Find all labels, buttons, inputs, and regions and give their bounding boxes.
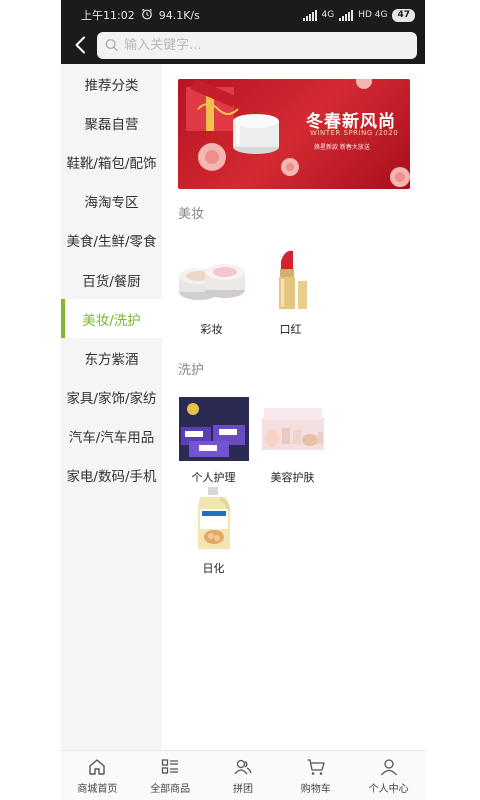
sidebar-item-furniture[interactable]: 家具/家饰/家纺 [61,378,162,417]
sidebar-item-auto[interactable]: 汽车/汽车用品 [61,417,162,456]
tab-all-products[interactable]: 全部商品 [134,751,207,800]
sidebar-item-kitchen[interactable]: 百货/餐厨 [61,260,162,299]
makeup-grid: 彩妆 口红 [172,246,410,337]
subcategory-cushion[interactable]: 彩妆 [172,246,251,337]
alarm-icon [141,8,153,23]
subcategory-daily-chemicals[interactable]: 日化 [174,485,253,576]
subcategory-label: 美容护肤 [270,471,315,484]
sidebar-item-recommended[interactable]: 推荐分类 [61,64,162,103]
promo-banner[interactable]: 冬春新风尚 WINTER SPRING /2020 焕星新款 新春大放送 [178,79,410,189]
top-bar [61,30,425,64]
back-button[interactable] [67,32,93,58]
lipstick-icon [256,246,326,316]
sanitary-pad-pack-icon [178,394,249,464]
sidebar-item-food[interactable]: 美食/生鲜/零食 [61,221,162,260]
tab-label: 拼团 [232,783,253,795]
status-time: 上午11:02 [81,9,135,22]
category-list-icon [160,757,180,777]
signal-icon-2 [339,9,354,21]
search-icon [105,39,118,51]
chevron-left-icon [75,36,85,54]
bottom-tab-bar: 商城首页 全部商品 拼团 购物车 个人中心 [61,750,425,800]
app-screen: 上午11:02 94.1K/s 4G HD 4G 47 推荐分类 聚磊自营 [61,0,425,800]
sidebar-item-overseas[interactable]: 海淘专区 [61,182,162,221]
sidebar-item-shoes-bags[interactable]: 鞋靴/箱包/配饰 [61,142,162,181]
sidebar-item-electronics[interactable]: 家电/数码/手机 [61,456,162,495]
tab-cart[interactable]: 购物车 [279,751,352,800]
home-icon [87,757,107,777]
user-icon [379,757,399,777]
sidebar-item-self-operated[interactable]: 聚磊自营 [61,103,162,142]
tab-group-buy[interactable]: 拼团 [207,751,280,800]
category-content: 冬春新风尚 WINTER SPRING /2020 焕星新款 新春大放送 美妆 [162,64,425,750]
sidebar-item-wine[interactable]: 东方紫酒 [61,338,162,377]
section-title-makeup: 美妆 [178,207,205,222]
sidebar-item-beauty[interactable]: 美妆/洗护 [61,299,162,339]
banner-subtitle: WINTER SPRING /2020 [310,129,399,137]
network-type-1: 4G [321,10,335,20]
care-grid: 个人护理 美容护肤 日化 [174,394,410,576]
banner-tagline: 焕星新款 新春大放送 [314,144,370,151]
detergent-bottle-icon [179,485,249,555]
skincare-set-icon [258,394,328,464]
signal-icon [302,9,317,21]
tab-profile[interactable]: 个人中心 [352,751,425,800]
group-buy-icon [233,757,253,777]
battery-indicator: 47 [392,8,415,22]
network-type-2: HD 4G [358,10,388,20]
cushion-compact-icon [177,246,247,316]
subcategory-label: 彩妆 [200,323,223,336]
subcategory-skincare[interactable]: 美容护肤 [253,394,332,485]
tab-label: 购物车 [300,783,331,795]
search-box[interactable] [97,31,417,59]
category-sidebar: 推荐分类 聚磊自营 鞋靴/箱包/配饰 海淘专区 美食/生鲜/零食 百货/餐厨 美… [61,64,162,750]
tab-label: 全部商品 [150,783,191,795]
tab-label: 商城首页 [77,783,118,795]
subcategory-label: 个人护理 [191,471,236,484]
subcategory-label: 日化 [202,562,225,575]
subcategory-lipstick[interactable]: 口红 [251,246,330,337]
status-bar: 上午11:02 94.1K/s 4G HD 4G 47 [61,0,425,30]
cart-icon [306,757,326,777]
category-body: 推荐分类 聚磊自营 鞋靴/箱包/配饰 海淘专区 美食/生鲜/零食 百货/餐厨 美… [61,64,425,750]
network-speed: 94.1K/s [158,8,200,22]
subcategory-label: 口红 [279,323,302,336]
tab-home[interactable]: 商城首页 [61,751,134,800]
search-input[interactable] [124,37,417,53]
subcategory-personal-care[interactable]: 个人护理 [174,394,253,485]
tab-label: 个人中心 [368,783,409,795]
section-title-care: 洗护 [178,363,205,378]
